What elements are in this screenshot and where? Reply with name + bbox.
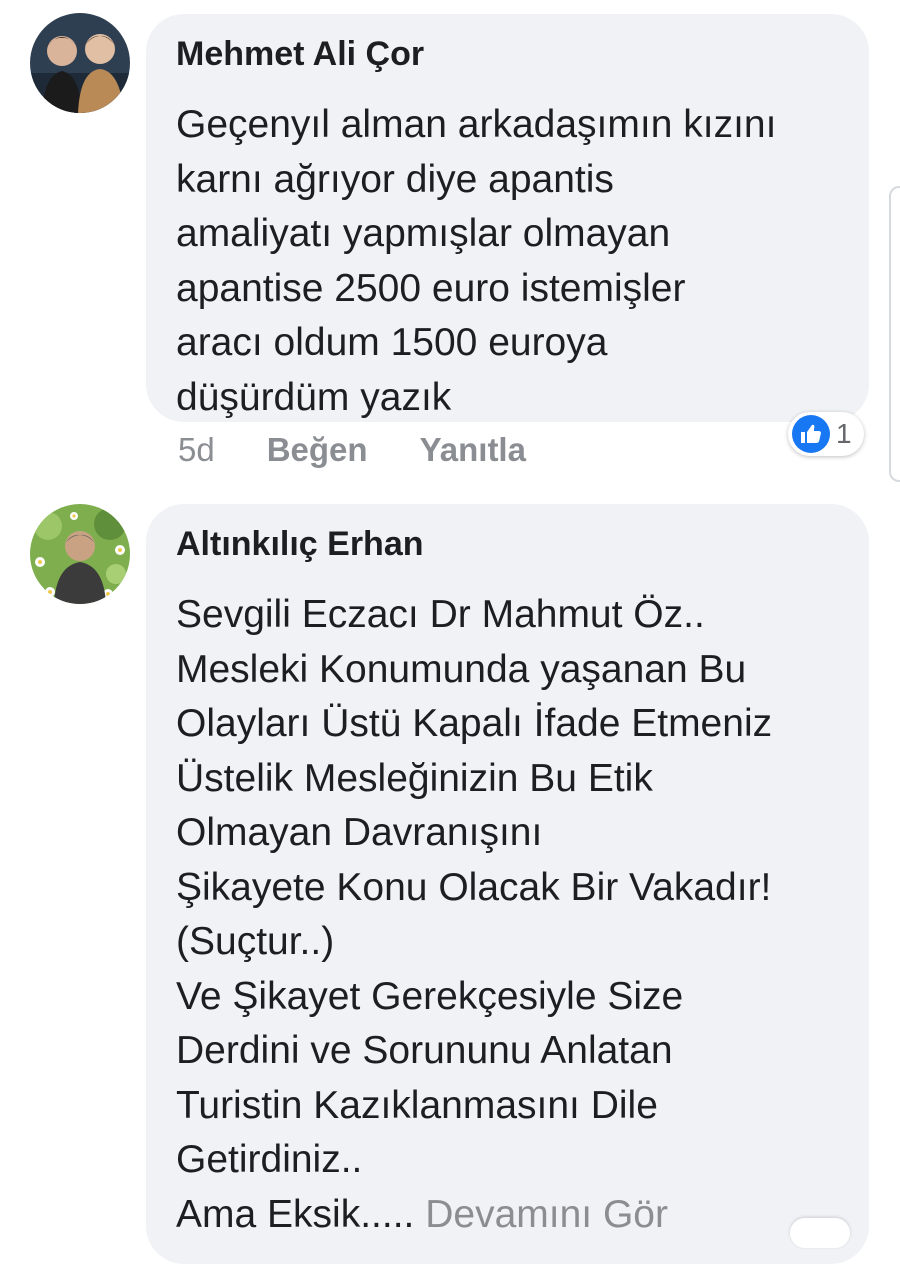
comment-actions: 5d Beğen Yanıtla — [178, 428, 526, 472]
reaction-summary[interactable]: 1 — [788, 412, 864, 456]
comment-text-line: (Suçtur..) — [176, 920, 335, 963]
comment-text-line: düşürdüm yazık — [176, 375, 452, 419]
avatar[interactable] — [30, 13, 130, 113]
see-more-link[interactable]: Devamını Gör — [425, 1193, 668, 1236]
comment-text-line: Derdini ve Sorununu Anlatan — [176, 1029, 673, 1072]
comment-text-line: karnı ağrıyor diye apantis — [176, 157, 614, 201]
comment-text-line: Getirdiniz.. — [176, 1138, 363, 1181]
comment-text-line: Sevgili Eczacı Dr Mahmut Öz.. — [176, 593, 705, 636]
comment-text-line: Turistin Kazıklanmasını Dile — [176, 1083, 658, 1127]
like-icon — [792, 415, 830, 453]
reply-button[interactable]: Yanıtla — [420, 431, 526, 469]
comment-text-line: Şikayete Konu Olacak Bir Vakadır! — [176, 865, 772, 909]
avatar[interactable] — [30, 504, 130, 604]
like-button[interactable]: Beğen — [267, 431, 368, 469]
comment-author[interactable]: Mehmet Ali Çor — [176, 32, 839, 76]
comment-text-line: Olmayan Davranışını — [176, 811, 543, 854]
comment-text-line: Olayları Üstü Kapalı İfade Etmeniz — [176, 702, 773, 745]
reaction-summary-partial[interactable] — [790, 1218, 850, 1248]
avatar-photo — [30, 13, 130, 113]
comment-text-line: apantise 2500 euro istemişler — [176, 266, 686, 310]
comment-text-line: Üstelik Mesleğinizin Bu Etik — [176, 756, 653, 800]
comment-last-line: Ama Eksik..... Devamını Gör — [176, 1188, 839, 1243]
reaction-count: 1 — [836, 418, 852, 449]
comment-text-line: Geçenyıl alman arkadaşımın kızını — [176, 103, 777, 146]
comment-text-line: aracı oldum 1500 euroya — [176, 321, 608, 364]
comment-bubble: Mehmet Ali Çor Geçenyıl alman arkadaşımı… — [146, 14, 869, 422]
comment-text-line: Mesleki Konumunda yaşanan Bu — [176, 647, 747, 691]
avatar-photo — [30, 504, 130, 604]
comment-text-truncated: Ama Eksik..... — [176, 1192, 415, 1236]
scrollbar[interactable] — [889, 186, 900, 482]
comment-text-line: Ve Şikayet Gerekçesiyle Size — [176, 974, 684, 1018]
comment-author[interactable]: Altınkılıç Erhan — [176, 522, 839, 566]
comment-text-line: amaliyatı yapmışlar olmayan — [176, 212, 671, 255]
comment-timestamp[interactable]: 5d — [178, 431, 215, 469]
comment-bubble: Altınkılıç Erhan Sevgili Eczacı Dr Mahmu… — [146, 504, 869, 1264]
